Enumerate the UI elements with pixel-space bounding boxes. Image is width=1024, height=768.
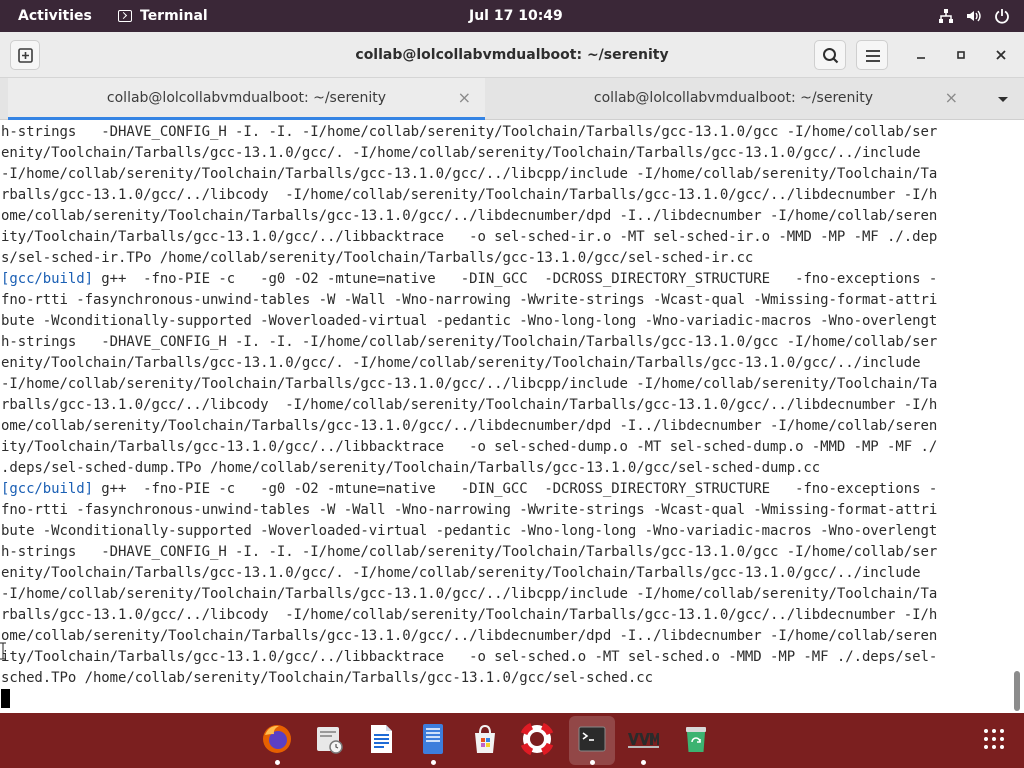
dock [0, 713, 1024, 768]
tab-1[interactable]: collab@lolcollabvmdualboot: ~/serenity × [8, 78, 485, 120]
minimize-button[interactable] [910, 44, 932, 66]
close-icon [996, 50, 1006, 60]
running-indicator [275, 760, 280, 765]
terminal-line: .deps/sel-sched-dump.TPo /home/collab/se… [1, 460, 821, 476]
trash-icon[interactable] [678, 721, 714, 757]
terminal-line: enity/Toolchain/Tarballs/gcc-13.1.0/gcc/… [1, 355, 921, 371]
terminal-line: h-strings -DHAVE_CONFIG_H -I. -I. -I/hom… [1, 334, 938, 350]
terminal-line: s/sel-sched-ir.TPo /home/collab/serenity… [1, 250, 754, 266]
running-indicator [590, 760, 595, 765]
tab-close-icon[interactable]: × [945, 78, 958, 118]
help-icon[interactable] [519, 721, 555, 757]
close-window-button[interactable] [990, 44, 1012, 66]
terminal-scrollbar[interactable] [1010, 121, 1024, 713]
system-tray[interactable] [938, 0, 1010, 32]
running-indicator [641, 760, 646, 765]
app-menu-label: Terminal [140, 8, 208, 24]
top-bar: Activities Terminal Jul 17 10:49 [0, 0, 1024, 32]
maximize-button[interactable] [950, 44, 972, 66]
tab-label: collab@lolcollabvmdualboot: ~/serenity [106, 90, 387, 106]
evolution-mail-icon[interactable] [311, 721, 347, 757]
libreoffice-writer-icon[interactable] [363, 721, 399, 757]
build-prefix: [gcc/build] [1, 481, 93, 497]
tab-bar: collab@lolcollabvmdualboot: ~/serenity ×… [0, 78, 1024, 120]
maximize-icon [957, 51, 965, 59]
terminal-line: enity/Toolchain/Tarballs/gcc-13.1.0/gcc/… [1, 565, 921, 581]
build-prefix: [gcc/build] [1, 271, 93, 287]
terminal-line: sched.TPo /home/collab/serenity/Toolchai… [1, 670, 653, 686]
terminal-line: fno-rtti -fasynchronous-unwind-tables -W… [1, 502, 938, 518]
terminal-line: h-strings -DHAVE_CONFIG_H -I. -I. -I/hom… [1, 544, 938, 560]
terminal-line: -I/home/collab/serenity/Toolchain/Tarbal… [1, 166, 938, 182]
terminal-line: rballs/gcc-13.1.0/gcc/../libcody -I/home… [1, 607, 938, 623]
files-icon[interactable] [415, 721, 451, 757]
app-menu[interactable]: Terminal [118, 0, 208, 32]
tab-2[interactable]: collab@lolcollabvmdualboot: ~/serenity × [495, 78, 972, 120]
search-button[interactable] [814, 40, 846, 70]
terminal-line: ome/collab/serenity/Toolchain/Tarballs/g… [1, 628, 938, 644]
window-header: collab@lolcollabvmdualboot: ~/serenity [0, 32, 1024, 78]
activities-button[interactable]: Activities [18, 0, 92, 32]
terminal-line: h-strings -DHAVE_CONFIG_H -I. -I. -I/hom… [1, 124, 938, 140]
volume-icon[interactable] [966, 8, 982, 24]
firefox-icon[interactable] [259, 721, 295, 757]
new-tab-button[interactable] [10, 40, 40, 70]
terminal-icon [118, 10, 132, 22]
app-grid-icon[interactable] [976, 721, 1012, 757]
terminal-line: bute -Wconditionally-supported -Woverloa… [1, 523, 938, 539]
tab-close-icon[interactable]: × [458, 78, 471, 118]
terminal-output[interactable]: h-strings -DHAVE_CONFIG_H -I. -I. -I/hom… [0, 121, 1010, 713]
menu-button[interactable] [856, 40, 888, 70]
terminal-line: -I/home/collab/serenity/Toolchain/Tarbal… [1, 376, 938, 392]
terminal-line: ity/Toolchain/Tarballs/gcc-13.1.0/gcc/..… [1, 649, 938, 665]
terminal-line: rballs/gcc-13.1.0/gcc/../libcody -I/home… [1, 187, 938, 203]
terminal-line: ome/collab/serenity/Toolchain/Tarballs/g… [1, 208, 938, 224]
terminal-line: rballs/gcc-13.1.0/gcc/../libcody -I/home… [1, 397, 938, 413]
terminal-line: [gcc/build] g++ -fno-PIE -c -g0 -O2 -mtu… [1, 271, 938, 287]
virtual-machine-manager-icon[interactable] [625, 721, 661, 757]
clock[interactable]: Jul 17 10:49 [469, 0, 563, 32]
minimize-icon [917, 57, 925, 59]
tab-label: collab@lolcollabvmdualboot: ~/serenity [593, 90, 874, 106]
power-icon[interactable] [994, 8, 1010, 24]
terminal-icon[interactable] [574, 721, 610, 757]
menu-icon [866, 50, 880, 62]
text-cursor-icon [0, 642, 6, 660]
terminal-line: fno-rtti -fasynchronous-unwind-tables -W… [1, 292, 938, 308]
running-indicator [431, 760, 436, 765]
software-center-icon[interactable] [467, 721, 503, 757]
scrollbar-thumb[interactable] [1014, 671, 1020, 711]
terminal-line: ome/collab/serenity/Toolchain/Tarballs/g… [1, 418, 938, 434]
terminal-line: ity/Toolchain/Tarballs/gcc-13.1.0/gcc/..… [1, 439, 938, 455]
terminal-line: -I/home/collab/serenity/Toolchain/Tarbal… [1, 586, 938, 602]
tab-overflow-button[interactable] [994, 90, 1012, 108]
terminal-cursor [1, 689, 10, 708]
terminal-line: ity/Toolchain/Tarballs/gcc-13.1.0/gcc/..… [1, 229, 938, 245]
chevron-down-icon [998, 97, 1008, 102]
new-tab-icon [18, 48, 33, 63]
terminal-line: [gcc/build] g++ -fno-PIE -c -g0 -O2 -mtu… [1, 481, 938, 497]
network-icon[interactable] [938, 8, 954, 24]
terminal-line: bute -Wconditionally-supported -Woverloa… [1, 313, 938, 329]
search-icon [823, 48, 839, 64]
terminal-line: enity/Toolchain/Tarballs/gcc-13.1.0/gcc/… [1, 145, 921, 161]
